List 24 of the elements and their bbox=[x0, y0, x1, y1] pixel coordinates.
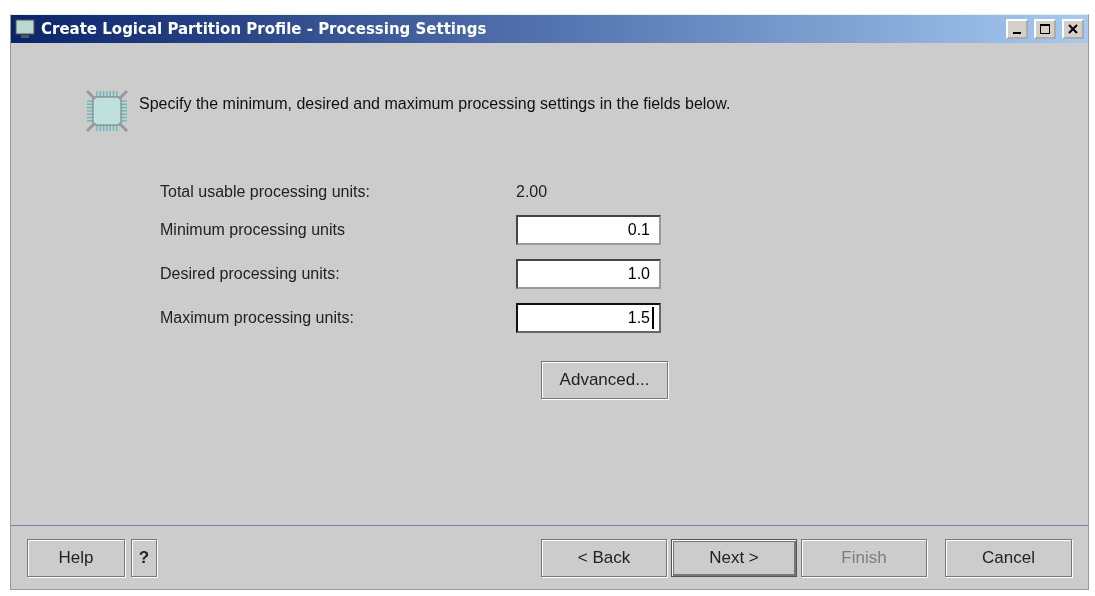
maximize-icon bbox=[1040, 24, 1050, 34]
field-label: Minimum processing units bbox=[160, 221, 346, 239]
total-units-label: Total usable processing units: bbox=[160, 183, 371, 201]
monitor-icon bbox=[15, 19, 35, 39]
chip-icon bbox=[85, 89, 129, 133]
maximize-button[interactable] bbox=[1034, 19, 1056, 39]
instruction-text: Specify the minimum, desired and maximum processing settings in the fields below. bbox=[139, 95, 731, 113]
units-input[interactable]: 1.0 bbox=[516, 259, 661, 289]
total-units-value: 2.00 bbox=[516, 183, 549, 201]
help-question-button[interactable]: ? bbox=[131, 539, 157, 577]
cancel-button[interactable]: Cancel bbox=[945, 539, 1072, 577]
help-button[interactable]: Help bbox=[27, 539, 125, 577]
wizard-nav-button[interactable]: Next > bbox=[671, 539, 797, 577]
close-icon bbox=[1068, 24, 1078, 34]
window-title: Create Logical Partition Profile - Processing Settings bbox=[41, 20, 488, 38]
minimize-icon bbox=[1013, 32, 1021, 34]
minimize-button[interactable] bbox=[1006, 19, 1028, 39]
field-label: Maximum processing units: bbox=[160, 309, 355, 327]
advanced-button[interactable]: Advanced... bbox=[541, 361, 668, 399]
close-button[interactable] bbox=[1062, 19, 1084, 39]
wizard-nav-button[interactable]: < Back bbox=[541, 539, 667, 577]
units-input[interactable]: 1.5 bbox=[516, 303, 661, 333]
field-label: Desired processing units: bbox=[160, 265, 341, 283]
units-input[interactable]: 0.1 bbox=[516, 215, 661, 245]
